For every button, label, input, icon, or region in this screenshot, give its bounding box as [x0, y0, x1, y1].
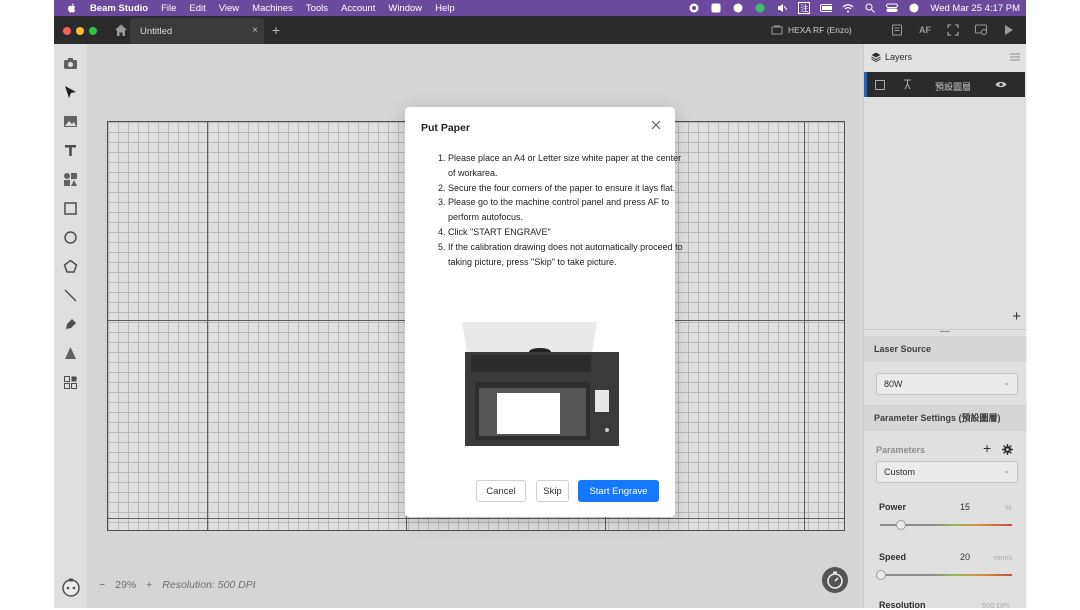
- instruction-step: If the calibration drawing does not auto…: [448, 240, 684, 270]
- autofocus-button[interactable]: AF: [918, 23, 932, 37]
- menu-account[interactable]: Account: [341, 3, 375, 14]
- instruction-step: Secure the four corners of the paper to …: [448, 181, 684, 196]
- menu-window[interactable]: Window: [388, 3, 422, 14]
- put-paper-dialog: Put Paper Please place an A4 or Letter s…: [405, 107, 683, 517]
- machine-icon: [771, 25, 783, 35]
- menu-file[interactable]: File: [161, 3, 176, 14]
- title-bar: Untitled × + HEXA RF (Enzo) AF: [54, 16, 1026, 44]
- add-tab-button[interactable]: +: [272, 22, 280, 38]
- skip-button[interactable]: Skip: [536, 480, 569, 502]
- battery-icon[interactable]: [820, 3, 833, 13]
- siri-icon[interactable]: [908, 3, 920, 13]
- record-icon[interactable]: [688, 3, 700, 13]
- frame-icon[interactable]: [946, 23, 960, 37]
- instruction-step: Click "START ENGRAVE": [448, 225, 684, 240]
- sync-icon[interactable]: [732, 3, 744, 13]
- menu-app-name[interactable]: Beam Studio: [90, 3, 148, 14]
- document-tab[interactable]: Untitled ×: [130, 18, 264, 44]
- apple-icon[interactable]: [66, 2, 78, 14]
- start-engrave-button[interactable]: Start Engrave: [578, 480, 659, 502]
- instruction-step: Please go to the machine control panel a…: [448, 195, 684, 225]
- close-icon[interactable]: [649, 118, 663, 132]
- menu-bar: Beam Studio File Edit View Machines Tool…: [54, 0, 1026, 16]
- tab-close-icon[interactable]: ×: [252, 25, 258, 36]
- mute-icon[interactable]: [776, 3, 788, 13]
- line-app-icon[interactable]: [754, 3, 766, 13]
- control-center-icon[interactable]: [886, 3, 899, 13]
- menu-clock[interactable]: Wed Mar 25 4:17 PM: [930, 3, 1020, 14]
- tab-title: Untitled: [140, 26, 173, 37]
- menu-machines[interactable]: Machines: [252, 3, 293, 14]
- close-window-button[interactable]: [63, 27, 71, 35]
- dialog-title: Put Paper: [421, 122, 471, 134]
- menu-help[interactable]: Help: [435, 3, 455, 14]
- home-icon[interactable]: [114, 23, 128, 37]
- machine-name: HEXA RF (Enzo): [788, 25, 852, 35]
- input-method-indicator[interactable]: 注: [798, 2, 811, 14]
- vpn-icon[interactable]: [710, 3, 722, 13]
- menu-tools[interactable]: Tools: [306, 3, 328, 14]
- camera-preview-icon[interactable]: [974, 23, 988, 37]
- play-icon[interactable]: [1002, 23, 1016, 37]
- document-settings-icon[interactable]: [890, 23, 904, 37]
- instruction-list: Please place an A4 or Letter size white …: [428, 151, 684, 269]
- minimize-window-button[interactable]: [76, 27, 84, 35]
- spotlight-search-icon[interactable]: [864, 3, 876, 13]
- instruction-step: Please place an A4 or Letter size white …: [448, 151, 684, 181]
- machine-selector[interactable]: HEXA RF (Enzo): [771, 25, 852, 35]
- wifi-icon[interactable]: [842, 3, 854, 13]
- machine-with-paper-illustration: [462, 322, 619, 446]
- menu-edit[interactable]: Edit: [189, 3, 205, 14]
- cancel-button[interactable]: Cancel: [476, 480, 526, 502]
- menu-view[interactable]: View: [219, 3, 239, 14]
- zoom-window-button[interactable]: [89, 27, 97, 35]
